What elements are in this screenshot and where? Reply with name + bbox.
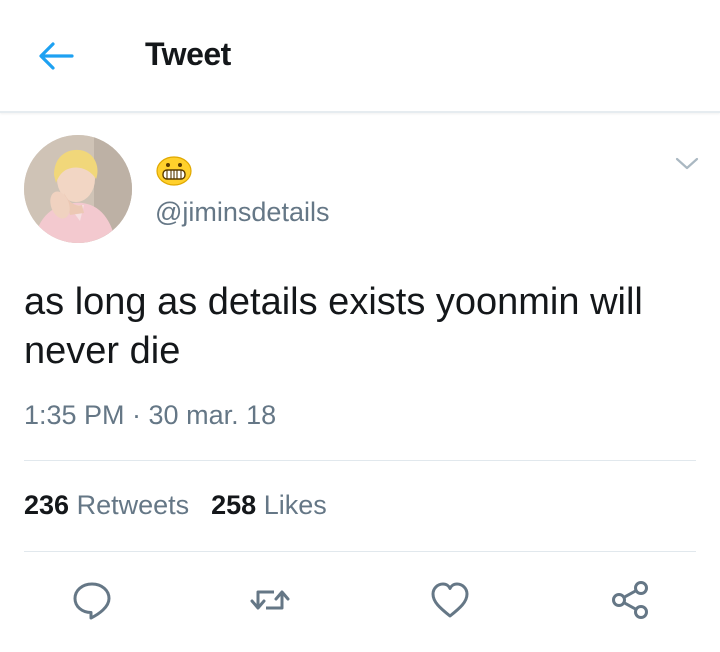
like-button[interactable] <box>428 578 472 622</box>
tweet-text: as long as details exists yoonmin will n… <box>24 281 643 372</box>
likes-count: 258 <box>211 490 257 520</box>
divider <box>24 460 696 461</box>
avatar[interactable] <box>24 135 132 243</box>
reply-button[interactable] <box>70 578 114 622</box>
page-title: Tweet <box>145 36 231 72</box>
user-handle[interactable]: @jiminsdetails <box>155 197 329 228</box>
retweet-button[interactable] <box>248 578 292 622</box>
retweet-arrows-icon <box>250 590 290 610</box>
engagement-stats: 236 Retweets 258 Likes <box>24 490 327 521</box>
retweets-label: Retweets <box>76 490 190 520</box>
heart-icon <box>431 582 469 618</box>
back-button[interactable] <box>36 38 76 74</box>
top-app-bar: Tweet <box>0 0 720 113</box>
chevron-down-icon <box>675 157 699 170</box>
avatar-photo <box>24 135 132 243</box>
share-nodes-icon <box>612 581 648 619</box>
tweet-timestamp: 1:35 PM · 30 mar. 18 <box>24 400 277 430</box>
grinning-face-emoji <box>156 156 192 186</box>
arrow-left-icon <box>39 42 74 70</box>
more-options-button[interactable] <box>674 154 700 174</box>
retweets-stat[interactable]: 236 Retweets <box>24 490 189 520</box>
retweets-count: 236 <box>24 490 70 520</box>
share-button[interactable] <box>608 578 652 622</box>
speech-bubble-icon <box>73 582 111 620</box>
likes-label: Likes <box>263 490 327 520</box>
divider <box>24 551 696 552</box>
likes-stat[interactable]: 258 Likes <box>211 490 327 520</box>
